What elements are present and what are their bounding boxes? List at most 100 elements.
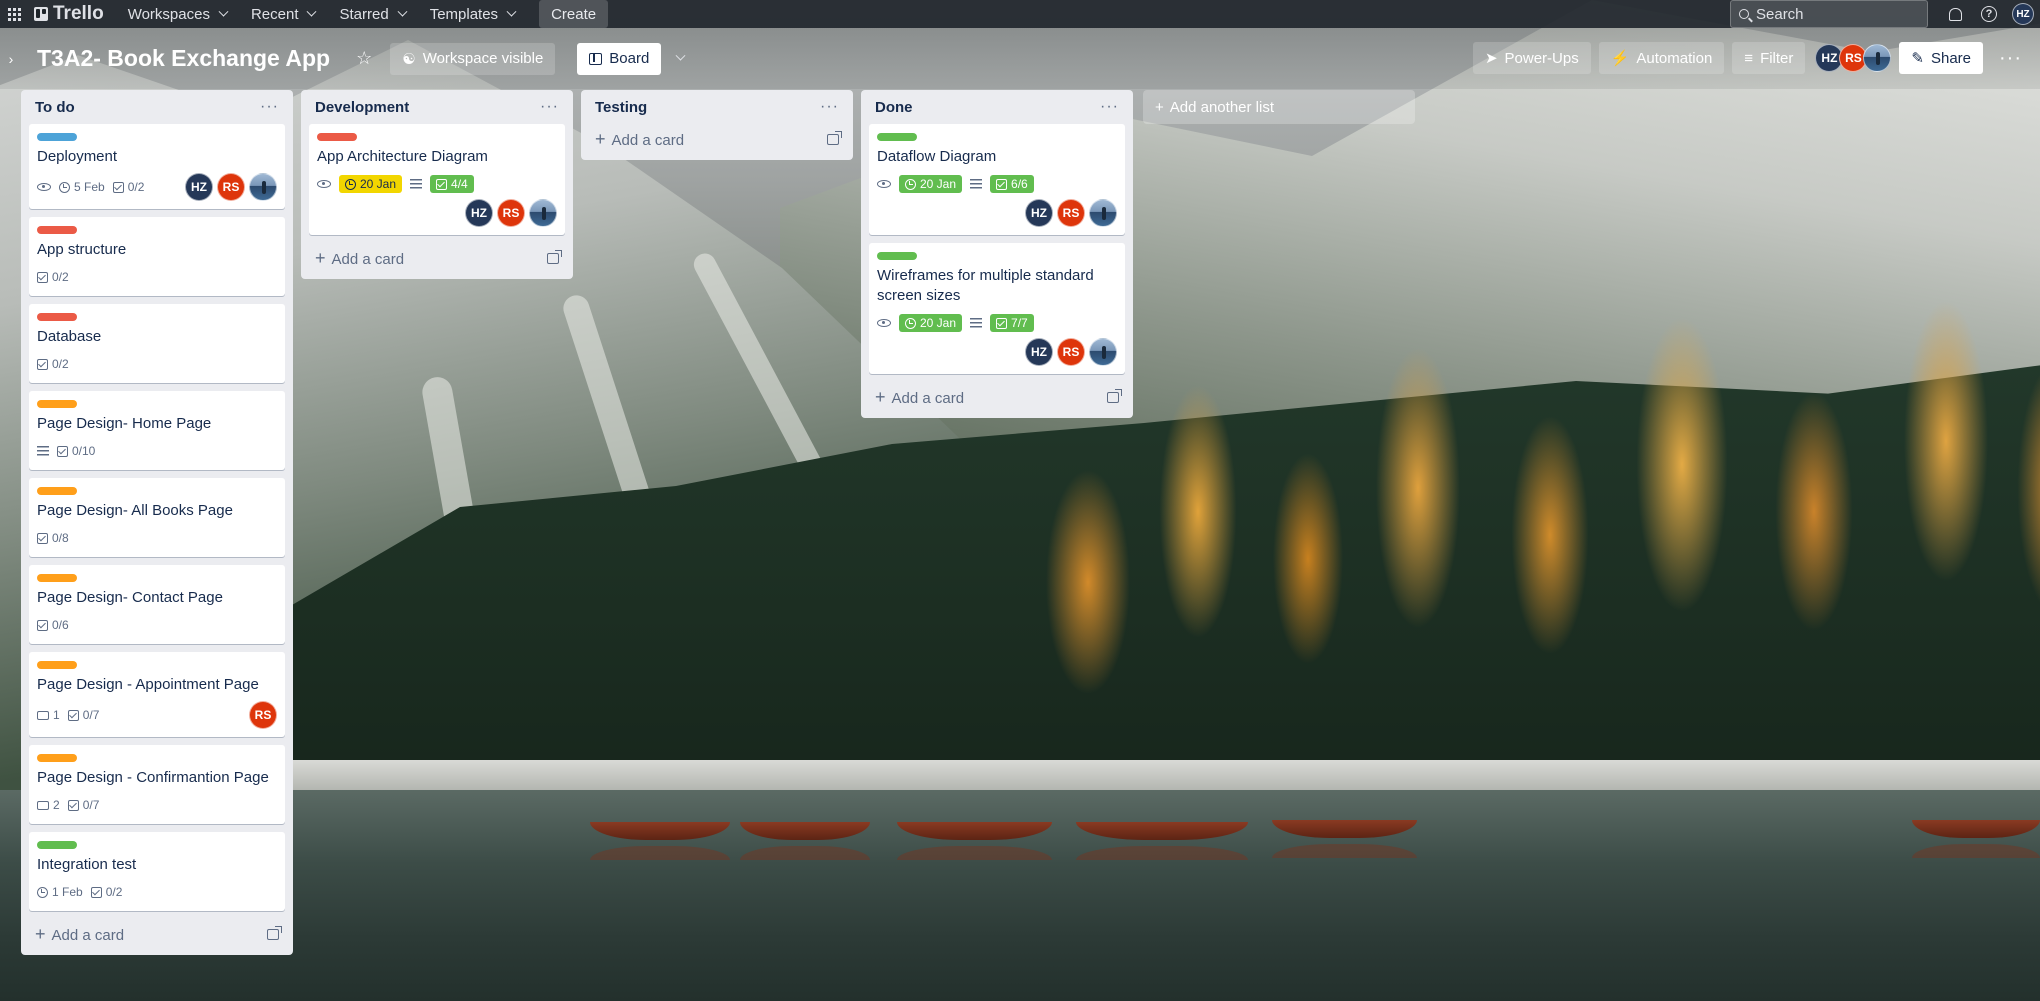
list-title[interactable]: Testing (595, 99, 647, 116)
member-avatar-hz[interactable]: HZ (465, 199, 493, 227)
card-deployment[interactable]: Deployment 5 Feb 0/2 HZ RS (29, 124, 285, 209)
create-from-template-icon[interactable] (1107, 388, 1122, 403)
checklist-icon (90, 886, 102, 898)
card-label[interactable] (37, 754, 77, 762)
automation-button[interactable]: ⚡ Automation (1598, 42, 1725, 74)
trello-logo[interactable]: Trello (28, 3, 116, 25)
card-label[interactable] (37, 487, 77, 495)
list-title[interactable]: Done (875, 99, 913, 116)
card-page-design-appointment[interactable]: Page Design - Appointment Page 1 0/7 RS (29, 652, 285, 737)
list-menu-icon[interactable]: ··· (260, 98, 279, 116)
clock-icon (37, 886, 48, 898)
checklist-icon (37, 271, 48, 283)
member-avatar-rs[interactable]: RS (1057, 338, 1085, 366)
board-members[interactable]: HZ RS (1815, 44, 1892, 72)
list-header[interactable]: To do ··· (29, 90, 285, 124)
card-label[interactable] (877, 252, 917, 260)
card-page-design-all-books[interactable]: Page Design- All Books Page 0/8 (29, 478, 285, 557)
search-input[interactable]: Search (1730, 0, 1928, 28)
card-label[interactable] (37, 841, 77, 849)
due-date-badge[interactable]: 5 Feb (59, 180, 105, 194)
member-avatar-rs[interactable]: RS (497, 199, 525, 227)
list-title[interactable]: Development (315, 99, 409, 116)
member-avatar-photo[interactable] (249, 173, 277, 201)
member-avatar-hz[interactable]: HZ (1025, 199, 1053, 227)
list-menu-icon[interactable]: ··· (540, 98, 559, 116)
add-card-button[interactable]: + Add a card (589, 124, 845, 154)
card-page-design-contact[interactable]: Page Design- Contact Page 0/6 (29, 565, 285, 644)
card-app-architecture-diagram[interactable]: App Architecture Diagram 20 Jan 4/4 HZ R… (309, 124, 565, 235)
card-wireframes[interactable]: Wireframes for multiple standard screen … (869, 243, 1125, 374)
card-label[interactable] (317, 133, 357, 141)
card-integration-test[interactable]: Integration test 1 Feb 0/2 (29, 832, 285, 911)
star-board-button[interactable]: ☆ (344, 43, 384, 75)
card-label[interactable] (37, 313, 77, 321)
workspaces-menu[interactable]: Workspaces (116, 0, 239, 28)
member-avatar-photo[interactable] (1863, 44, 1892, 72)
due-date-text: 20 Jan (360, 177, 397, 191)
list-menu-icon[interactable]: ··· (820, 98, 839, 116)
templates-menu[interactable]: Templates (418, 0, 527, 28)
watch-badge (37, 183, 51, 191)
checklist-icon (67, 799, 79, 811)
list-header[interactable]: Done ··· (869, 90, 1125, 124)
add-card-button[interactable]: + Add a card (869, 382, 1125, 412)
due-date-text: 20 Jan (920, 316, 957, 330)
member-avatar-rs[interactable]: RS (1057, 199, 1085, 227)
comment-count: 2 (53, 798, 60, 812)
member-avatar-photo[interactable] (529, 199, 557, 227)
card-label[interactable] (37, 226, 77, 234)
card-label[interactable] (37, 574, 77, 582)
member-avatar-photo[interactable] (1089, 199, 1117, 227)
list-menu-icon[interactable]: ··· (1100, 98, 1119, 116)
card-label[interactable] (37, 400, 77, 408)
help-button[interactable]: ? (1972, 0, 2006, 28)
member-avatar-photo[interactable] (1089, 338, 1117, 366)
filter-button[interactable]: ≡ Filter (1732, 42, 1806, 74)
card-page-design-home[interactable]: Page Design- Home Page 0/10 (29, 391, 285, 470)
eye-icon (37, 183, 51, 191)
visibility-button[interactable]: ☯ Workspace visible (390, 42, 556, 75)
due-date-badge[interactable]: 20 Jan (899, 175, 963, 193)
card-badges: 20 Jan 6/6 (877, 173, 1117, 195)
member-avatar-hz[interactable]: HZ (185, 173, 213, 201)
card-title: App structure (37, 241, 127, 258)
member-avatar-hz[interactable]: HZ (1025, 338, 1053, 366)
create-from-template-icon[interactable] (827, 130, 842, 145)
create-from-template-icon[interactable] (267, 925, 282, 940)
views-dropdown-button[interactable] (661, 43, 696, 75)
due-date-badge[interactable]: 20 Jan (339, 175, 403, 193)
starred-menu[interactable]: Starred (327, 0, 417, 28)
account-menu[interactable]: HZ (2006, 0, 2040, 28)
share-button[interactable]: ✎ Share (1899, 42, 1984, 74)
due-date-badge[interactable]: 1 Feb (37, 885, 83, 899)
board-title[interactable]: T3A2- Book Exchange App (22, 45, 344, 72)
add-card-button[interactable]: + Add a card (29, 919, 285, 949)
list-header[interactable]: Testing ··· (589, 90, 845, 124)
card-badges: 1 Feb 0/2 (37, 881, 277, 903)
app-switcher-icon[interactable] (0, 0, 28, 28)
create-from-template-icon[interactable] (547, 249, 562, 264)
card-label[interactable] (37, 661, 77, 669)
board-menu-button[interactable]: ··· (1991, 47, 2030, 70)
card-app-structure[interactable]: App structure 0/2 (29, 217, 285, 296)
card-badges: 0/2 (37, 266, 277, 288)
add-list-button[interactable]: + Add another list (1143, 90, 1415, 124)
board-view-button[interactable]: Board (577, 42, 662, 75)
due-date-badge[interactable]: 20 Jan (899, 314, 963, 332)
member-avatar-rs[interactable]: RS (249, 701, 277, 729)
sidebar-toggle[interactable]: › (0, 28, 22, 89)
recent-menu[interactable]: Recent (239, 0, 328, 28)
add-card-button[interactable]: + Add a card (309, 243, 565, 273)
list-header[interactable]: Development ··· (309, 90, 565, 124)
power-ups-button[interactable]: ➤ Power-Ups (1472, 42, 1591, 74)
create-button[interactable]: Create (539, 0, 609, 28)
list-title[interactable]: To do (35, 99, 75, 116)
card-label[interactable] (877, 133, 917, 141)
card-page-design-confirmation[interactable]: Page Design - Confirmantion Page 2 0/7 (29, 745, 285, 824)
member-avatar-rs[interactable]: RS (217, 173, 245, 201)
notifications-button[interactable] (1938, 0, 1972, 28)
card-database[interactable]: Database 0/2 (29, 304, 285, 383)
card-dataflow-diagram[interactable]: Dataflow Diagram 20 Jan 6/6 HZ RS (869, 124, 1125, 235)
card-label[interactable] (37, 133, 77, 141)
